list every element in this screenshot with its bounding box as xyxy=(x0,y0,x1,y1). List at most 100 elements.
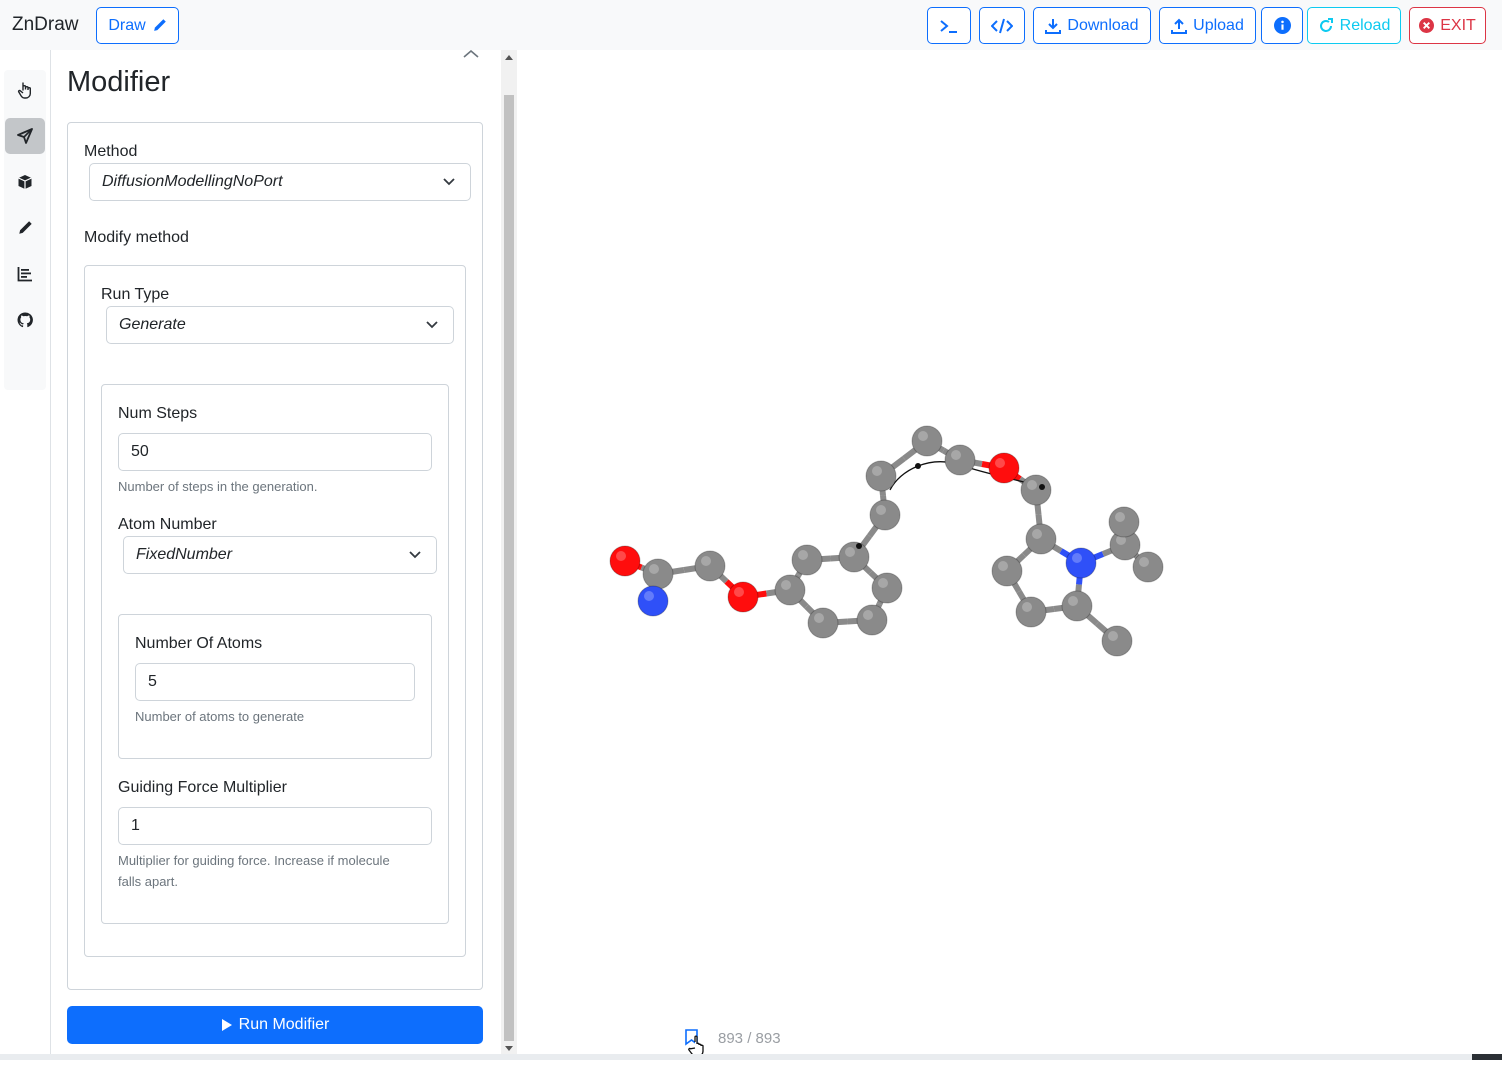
number-of-atoms-help: Number of atoms to generate xyxy=(135,709,305,724)
carbon-atom[interactable] xyxy=(865,460,897,492)
guiding-force-help-line-2: falls apart. xyxy=(118,874,178,889)
terminal-icon xyxy=(940,19,957,33)
bottom-strip xyxy=(0,1054,1502,1060)
info-button[interactable] xyxy=(1261,7,1303,44)
nitrogen-atom[interactable] xyxy=(637,585,669,617)
num-steps-value: 50 xyxy=(131,443,149,460)
carbon-atom[interactable] xyxy=(911,425,943,457)
upload-button-label: Upload xyxy=(1193,16,1244,34)
chevron-down-icon xyxy=(426,321,438,329)
modify-method-label: Modify method xyxy=(84,229,189,246)
carbon-atom[interactable] xyxy=(1101,625,1133,657)
terminal-button[interactable] xyxy=(927,7,971,44)
carbon-atom[interactable] xyxy=(856,604,888,636)
path-point[interactable] xyxy=(856,543,862,549)
exit-button[interactable]: EXIT xyxy=(1409,7,1486,44)
method-select-value: DiffusionModellingNoPort xyxy=(102,173,283,190)
run-modifier-button[interactable]: Run Modifier xyxy=(67,1006,483,1044)
panel-title: Modifier xyxy=(67,66,171,98)
oxygen-atom[interactable] xyxy=(609,545,641,577)
num-steps-help: Number of steps in the generation. xyxy=(118,479,318,494)
number-of-atoms-input[interactable]: 5 xyxy=(135,663,415,701)
carbon-atom[interactable] xyxy=(774,574,806,606)
carbon-atom[interactable] xyxy=(869,499,901,531)
reload-button-label: Reload xyxy=(1339,16,1391,34)
reload-button[interactable]: Reload xyxy=(1307,7,1401,44)
pencil-icon xyxy=(153,19,166,31)
code-icon xyxy=(991,18,1013,33)
upload-button[interactable]: Upload xyxy=(1159,7,1256,44)
sidebar-item-draw[interactable] xyxy=(5,210,45,246)
path-point[interactable] xyxy=(1039,484,1045,490)
github-icon xyxy=(17,312,33,328)
top-navbar: ZnDraw Draw Download Upload Reload EXIT xyxy=(0,0,1502,50)
chevron-down-icon xyxy=(409,551,421,559)
scroll-thumb[interactable] xyxy=(504,95,514,1041)
close-circle-icon xyxy=(1419,18,1435,33)
carbon-atom[interactable] xyxy=(1132,551,1164,583)
carbon-atom[interactable] xyxy=(807,607,839,639)
method-label: Method xyxy=(84,143,138,160)
path-point[interactable] xyxy=(915,463,921,469)
sidebar-item-github[interactable] xyxy=(5,302,45,338)
cube-icon xyxy=(18,175,32,189)
guiding-force-help-line-1: Multiplier for guiding force. Increase i… xyxy=(118,853,390,868)
carbon-atom[interactable] xyxy=(991,555,1023,587)
download-button[interactable]: Download xyxy=(1033,7,1151,44)
nitrogen-atom[interactable] xyxy=(1065,547,1097,579)
guiding-force-value: 1 xyxy=(131,817,140,834)
pencil-icon xyxy=(19,221,32,234)
code-button[interactable] xyxy=(979,7,1025,44)
molecule-viewer[interactable] xyxy=(517,50,1502,1060)
exit-button-label: EXIT xyxy=(1440,16,1476,34)
carbon-atom[interactable] xyxy=(642,558,674,590)
number-of-atoms-value: 5 xyxy=(148,673,157,690)
carbon-atom[interactable] xyxy=(1061,590,1093,622)
sidebar-item-selection[interactable] xyxy=(5,72,45,108)
guiding-force-label: Guiding Force Multiplier xyxy=(118,779,287,796)
scroll-up-arrow[interactable] xyxy=(505,55,513,60)
run-type-select-value: Generate xyxy=(119,316,186,333)
method-select[interactable]: DiffusionModellingNoPort xyxy=(89,163,471,201)
run-modifier-label: Run Modifier xyxy=(238,1016,330,1033)
scroll-down-arrow[interactable] xyxy=(505,1046,513,1051)
sidebar-item-scene[interactable] xyxy=(5,164,45,200)
oxygen-atom[interactable] xyxy=(988,452,1020,484)
sidebar-item-modifier[interactable] xyxy=(5,118,45,154)
reload-icon xyxy=(1319,17,1333,32)
draw-button-label: Draw xyxy=(108,16,146,34)
upload-icon xyxy=(1171,18,1188,34)
atom-number-select[interactable]: FixedNumber xyxy=(123,536,437,574)
panel-scrollbar[interactable] xyxy=(501,50,517,1056)
sidebar-rail xyxy=(0,50,51,1060)
run-type-label: Run Type xyxy=(101,286,170,303)
carbon-atom[interactable] xyxy=(944,444,976,476)
carbon-atom[interactable] xyxy=(1020,474,1052,506)
carbon-atom[interactable] xyxy=(838,541,870,573)
frame-counter: 893 / 893 xyxy=(718,1030,781,1047)
sidebar-item-analysis[interactable] xyxy=(5,256,45,292)
draw-button[interactable]: Draw xyxy=(96,7,179,44)
chevron-up-icon[interactable] xyxy=(461,50,481,60)
send-icon xyxy=(17,128,33,144)
download-icon xyxy=(1045,18,1062,34)
carbon-atom[interactable] xyxy=(1108,506,1140,538)
num-steps-input[interactable]: 50 xyxy=(118,433,432,471)
run-type-select[interactable]: Generate xyxy=(106,306,454,344)
chevron-down-icon xyxy=(443,178,455,186)
number-of-atoms-label: Number Of Atoms xyxy=(135,635,263,652)
hand-pointer-icon xyxy=(17,82,31,99)
carbon-atom[interactable] xyxy=(791,544,823,576)
guiding-force-input[interactable]: 1 xyxy=(118,807,432,845)
carbon-atom[interactable] xyxy=(694,550,726,582)
chart-icon xyxy=(17,267,32,282)
molecule-canvas[interactable] xyxy=(517,50,1502,1060)
carbon-atom[interactable] xyxy=(1025,523,1057,555)
carbon-atom[interactable] xyxy=(1015,596,1047,628)
info-icon xyxy=(1273,17,1291,34)
modifier-panel: Modifier Method DiffusionModellingNoPort… xyxy=(51,50,501,1060)
atom-number-label: Atom Number xyxy=(118,516,217,533)
app-brand: ZnDraw xyxy=(12,14,79,35)
carbon-atom[interactable] xyxy=(871,572,903,604)
oxygen-atom[interactable] xyxy=(727,581,759,613)
